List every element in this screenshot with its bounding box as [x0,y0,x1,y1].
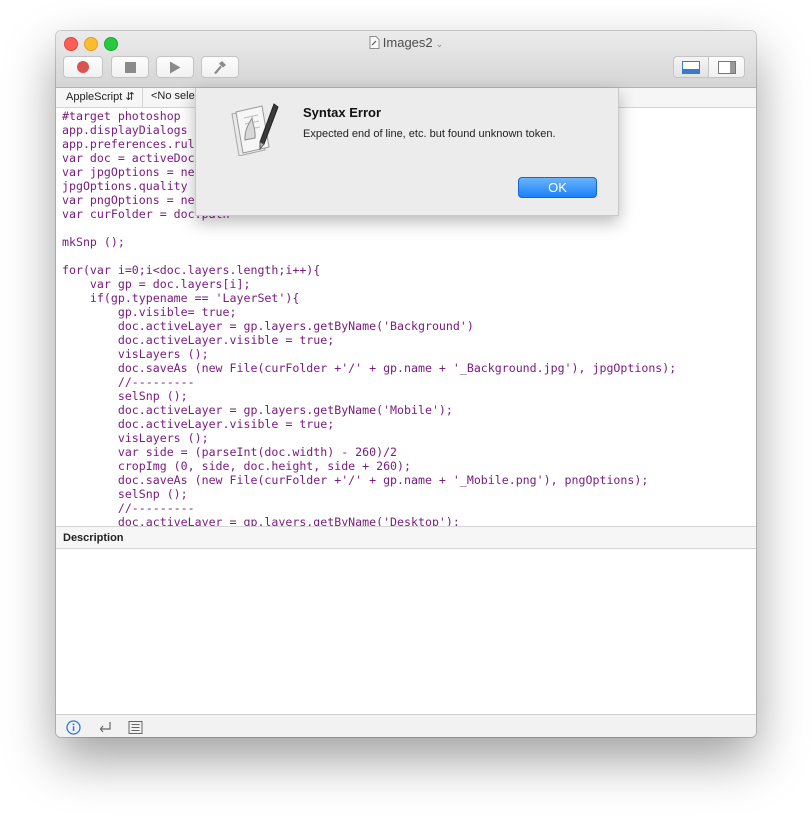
code-line[interactable]: selSnp (); [62,487,676,501]
navbar-divider [142,88,143,107]
bottom-panel-icon [682,60,700,74]
stop-button[interactable] [111,56,149,78]
language-label: AppleScript [66,91,123,103]
code-line[interactable]: visLayers (); [62,347,676,361]
code-line[interactable]: doc.activeLayer = gp.layers.getByName('B… [62,319,676,333]
hammer-icon [214,60,226,74]
language-popup[interactable]: AppleScript ⇵ [66,90,135,103]
window-title-group[interactable]: Images2 ⌄ [56,35,756,52]
description-header-label: Description [63,532,124,544]
dialog-title: Syntax Error [303,105,382,120]
chevron-down-icon[interactable]: ⌄ [436,39,444,49]
code-line[interactable]: doc.activeLayer.visible = true; [62,333,676,347]
play-icon [170,61,181,73]
code-line[interactable]: selSnp (); [62,389,676,403]
code-line[interactable]: doc.activeLayer = gp.layers.getByName('M… [62,403,676,417]
code-line[interactable]: mkSnp (); [62,235,676,249]
code-line[interactable]: gp.visible= true; [62,305,676,319]
description-area[interactable] [56,549,756,714]
code-line[interactable]: cropImg (0, side, doc.height, side + 260… [62,459,676,473]
code-line[interactable] [62,249,676,263]
list-icon [128,720,142,734]
code-line[interactable]: var gp = doc.layers[i]; [62,277,676,291]
syntax-error-dialog: Syntax Error Expected end of line, etc. … [195,88,619,216]
code-line[interactable]: doc.saveAs (new File(curFolder +'/' + gp… [62,361,676,375]
code-line[interactable]: doc.saveAs (new File(curFolder +'/' + gp… [62,473,676,487]
dialog-message: Expected end of line, etc. but found unk… [303,128,556,140]
side-panel-icon [717,60,736,74]
compile-button[interactable] [201,56,239,78]
element-popup[interactable]: <No sele [151,90,195,102]
ok-button[interactable]: OK [518,177,597,198]
return-button[interactable] [97,719,113,735]
script-editor-icon [226,100,282,161]
bottom-bar [56,714,756,737]
document-icon [369,36,380,52]
description-header: Description [56,526,756,549]
show-side-panel-button[interactable] [708,56,745,78]
code-line[interactable]: //--------- [62,375,676,389]
code-line[interactable] [62,221,676,235]
code-line[interactable]: visLayers (); [62,431,676,445]
script-editor-window: Images2 ⌄ AppleScript ⇵ <No sele #target … [56,31,756,737]
return-icon [99,721,111,732]
code-line[interactable]: doc.activeLayer.visible = true; [62,417,676,431]
record-icon [77,61,89,73]
chevron-updown-icon: ⇵ [125,91,135,103]
code-line[interactable]: if(gp.typename == 'LayerSet'){ [62,291,676,305]
list-button[interactable] [127,719,143,735]
window-title: Images2 [382,35,433,50]
record-button[interactable] [63,56,103,78]
code-line[interactable]: doc.activeLayer = gp.layers.getByName('D… [62,515,676,526]
info-icon [65,719,81,735]
stop-icon [124,61,136,73]
code-line[interactable]: var side = (parseInt(doc.width) - 260)/2 [62,445,676,459]
code-line[interactable]: //--------- [62,501,676,515]
title-bar: Images2 ⌄ [56,31,756,88]
show-bottom-panel-button[interactable] [673,56,709,78]
info-button[interactable] [65,719,81,735]
run-button[interactable] [156,56,194,78]
code-line[interactable]: for(var i=0;i<doc.layers.length;i++){ [62,263,676,277]
